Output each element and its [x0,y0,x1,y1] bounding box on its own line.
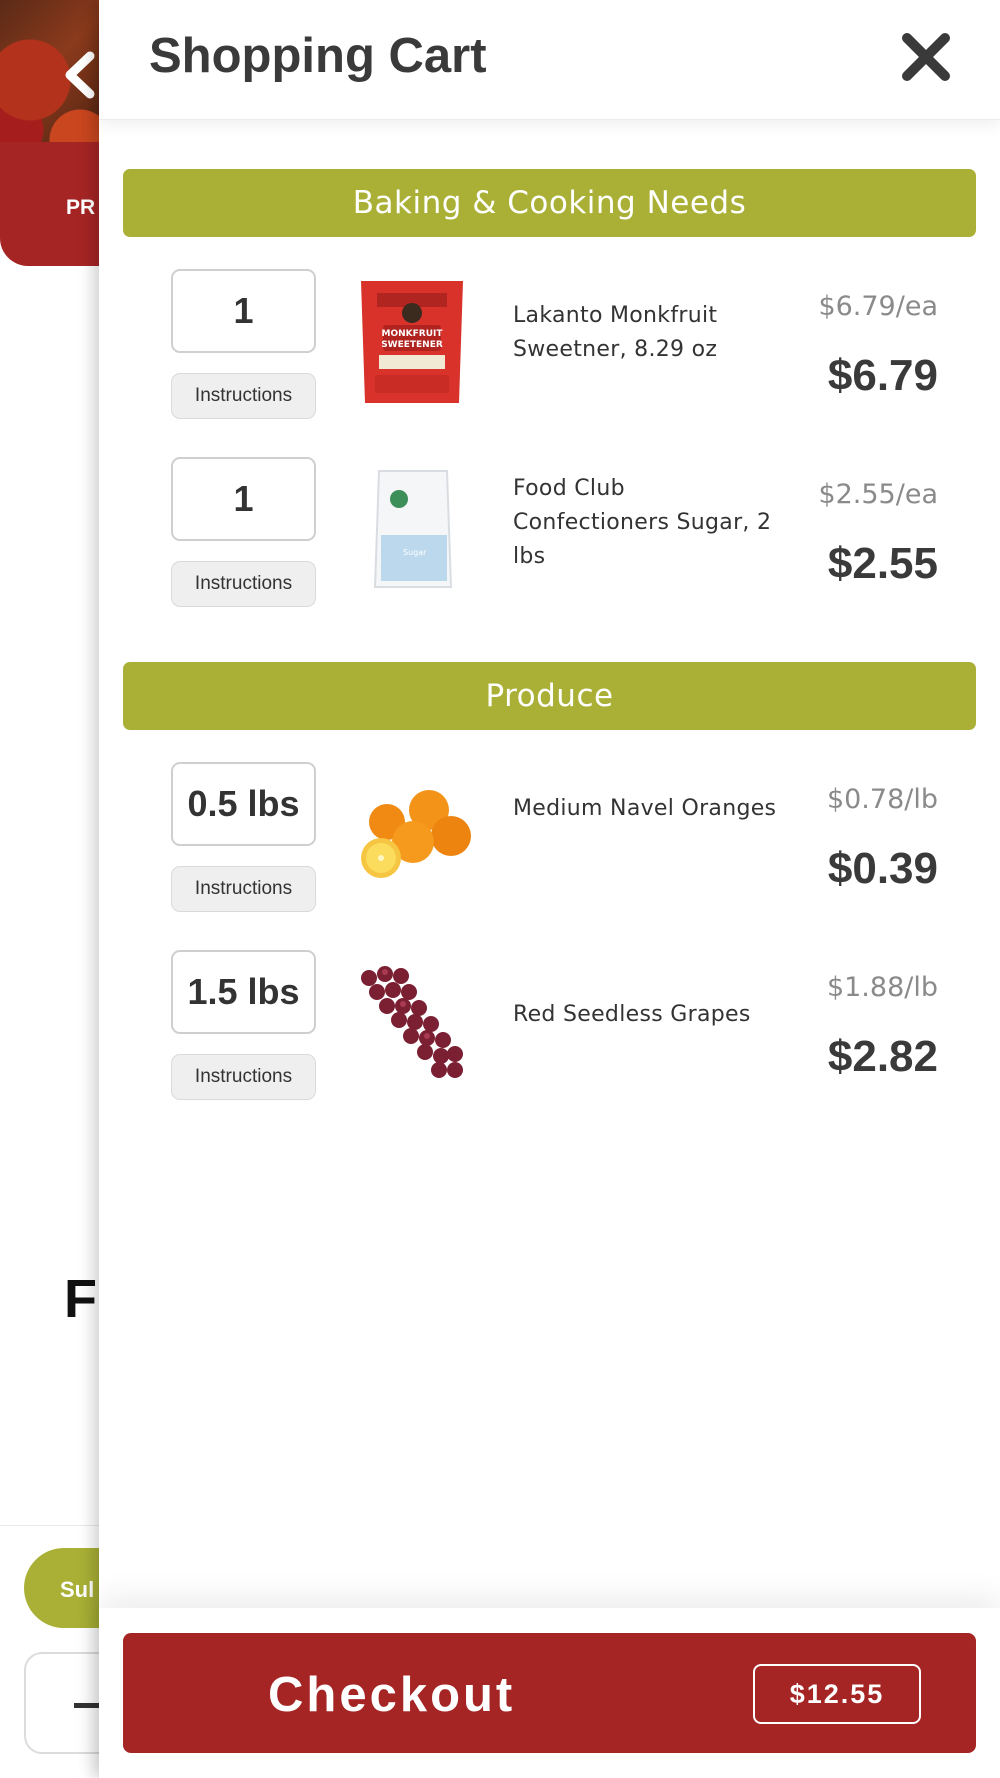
instructions-button[interactable]: Instructions [171,373,316,419]
quantity-input[interactable]: 0.5 lbs [171,762,316,846]
unit-price: $6.79/ea [818,291,938,322]
product-name[interactable]: Medium Navel Oranges [513,792,783,826]
unit-price: $1.88/lb [826,972,938,1003]
checkout-label: Checkout [268,1668,516,1722]
cart-item: 0.5 lbs Instructions Medium Navel Orange… [99,762,1000,922]
svg-text:SWEETENER: SWEETENER [381,340,443,350]
product-name[interactable]: Lakanto Monkfruit Sweetner, 8.29 oz [513,299,783,367]
product-name[interactable]: Red Seedless Grapes [513,998,783,1032]
shopping-cart-drawer: Shopping Cart Baking & Cooking Needs 1 I… [99,0,1000,1778]
line-total: $2.55 [827,539,938,588]
quantity-input[interactable]: 1 [171,457,316,541]
cart-header: Shopping Cart [99,0,1000,120]
cart-item: 1 Instructions Sugar Food Club Confectio… [99,457,1000,617]
checkout-total-badge: $12.55 [753,1664,921,1724]
unit-price: $2.55/ea [818,479,938,510]
category-banner-label: PR [66,196,96,219]
sugar-bag-icon[interactable]: Sugar [347,459,477,599]
grapes-icon[interactable] [347,952,477,1092]
cart-footer: Checkout $12.55 [99,1608,1000,1778]
unit-price: $0.78/lb [826,784,938,815]
svg-text:MONKFRUIT: MONKFRUIT [382,329,444,339]
page-heading-fragment: F [64,1269,97,1329]
cart-list[interactable]: Baking & Cooking Needs 1 Instructions MO… [99,120,1000,1608]
instructions-button[interactable]: Instructions [171,1054,316,1100]
instructions-button[interactable]: Instructions [171,561,316,607]
quantity-input[interactable]: 1 [171,269,316,353]
back-arrow-icon[interactable] [60,50,100,100]
oranges-icon[interactable] [347,764,477,904]
instructions-button[interactable]: Instructions [171,866,316,912]
sweetener-bag-icon[interactable]: MONKFRUIT SWEETENER [347,271,477,411]
cart-item: 1 Instructions MONKFRUIT SWEETENER Lakan… [99,269,1000,429]
svg-text:Sugar: Sugar [403,548,427,557]
line-total: $0.39 [827,844,938,893]
line-total: $2.82 [827,1032,938,1081]
line-total: $6.79 [827,351,938,400]
product-name[interactable]: Food Club Confectioners Sugar, 2 lbs [513,472,783,574]
section-header-produce: Produce [123,662,976,730]
checkout-button[interactable]: Checkout $12.55 [123,1633,976,1753]
page-title: Shopping Cart [149,29,487,83]
quantity-input[interactable]: 1.5 lbs [171,950,316,1034]
cart-item: 1.5 lbs Instructions Red Seedless Grapes… [99,950,1000,1110]
section-header-baking: Baking & Cooking Needs [123,169,976,237]
close-icon[interactable] [899,30,953,84]
